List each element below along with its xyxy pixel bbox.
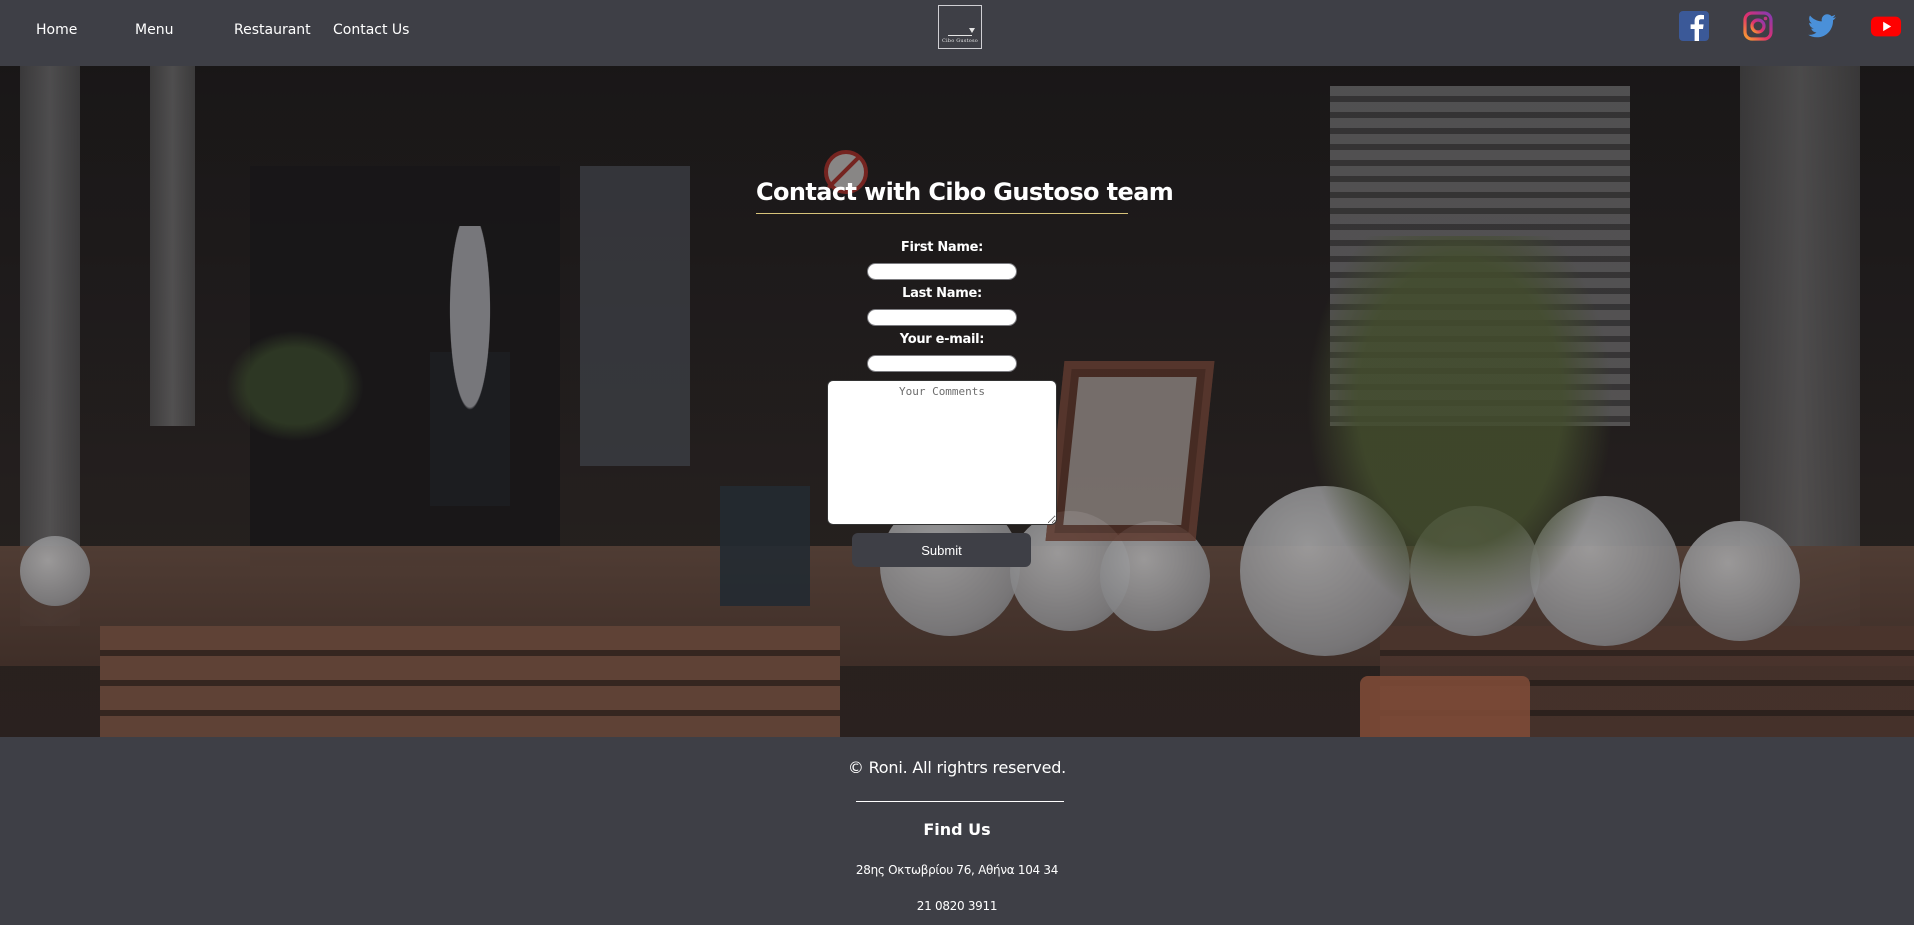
address-text: 28ης Οκτωβρίου 76, Αθήνα 104 34: [855, 863, 1059, 877]
email-field[interactable]: [867, 355, 1017, 372]
site-logo[interactable]: Cibo Gustoso: [938, 5, 982, 49]
instagram-icon[interactable]: [1742, 10, 1774, 42]
nav-link-menu[interactable]: Menu: [135, 22, 173, 38]
nav-link-home[interactable]: Home: [36, 22, 77, 38]
facebook-icon[interactable]: [1678, 10, 1710, 42]
first-name-field[interactable]: [867, 263, 1017, 280]
last-name-field[interactable]: [867, 309, 1017, 326]
first-name-label: First Name:: [900, 240, 984, 255]
email-label: Your e-mail:: [899, 332, 985, 347]
logo-mark-icon: [969, 28, 975, 33]
logo-rule: [948, 35, 972, 36]
footer: © Roni. All rightrs reserved. Find Us 28…: [0, 737, 1914, 925]
twitter-icon[interactable]: [1806, 10, 1838, 42]
submit-button[interactable]: Submit: [852, 533, 1031, 567]
youtube-icon[interactable]: [1870, 10, 1904, 42]
last-name-label: Last Name:: [902, 286, 982, 301]
contact-title: Contact with Cibo Gustoso team: [756, 178, 1174, 214]
hero-section: Contact with Cibo Gustoso team First Nam…: [0, 66, 1914, 737]
phone-text: 21 0820 3911: [916, 899, 998, 913]
footer-divider: [856, 801, 1064, 802]
copyright-text: © Roni. All rightrs reserved.: [847, 758, 1067, 777]
navbar: Home Menu Restaurant Contact Us Cibo Gus…: [0, 0, 1914, 66]
find-us-heading: Find Us: [923, 820, 991, 839]
nav-link-contact[interactable]: Contact Us: [333, 22, 409, 38]
nav-link-restaurant[interactable]: Restaurant: [234, 22, 311, 38]
logo-text: Cibo Gustoso: [941, 38, 978, 44]
comments-textarea[interactable]: [827, 380, 1057, 525]
